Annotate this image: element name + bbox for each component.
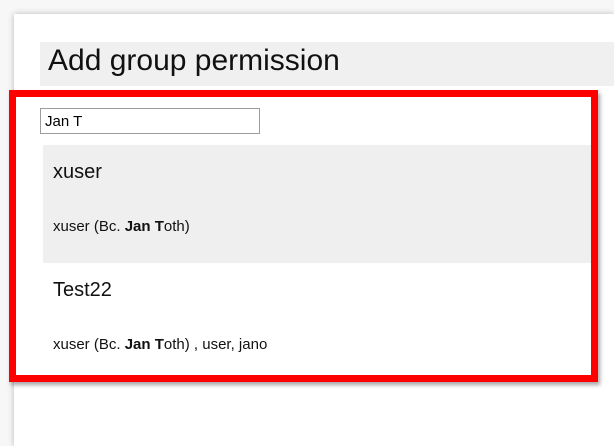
highlight-frame [9,90,598,382]
dialog-title: Add group permission [48,44,340,77]
dialog-header: Add group permission [40,42,614,86]
